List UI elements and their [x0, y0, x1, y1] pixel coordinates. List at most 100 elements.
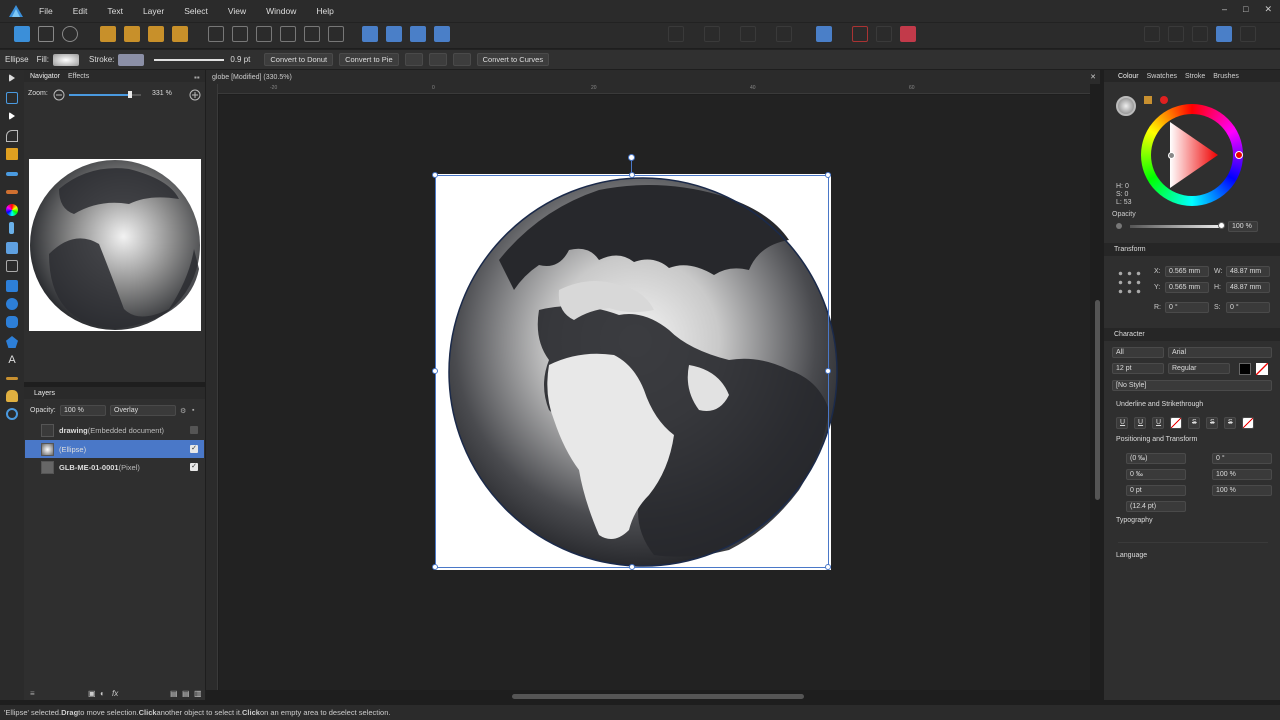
character-header[interactable]: Character — [1104, 328, 1280, 341]
underline-section-header[interactable]: Underline and Strikethrough — [1116, 401, 1203, 408]
transform-y-field[interactable]: 0.565 mm — [1165, 282, 1209, 293]
vertical-scale-field[interactable]: 100 % — [1212, 485, 1272, 496]
persona-designer-icon[interactable] — [14, 26, 30, 42]
resize-handle-right[interactable] — [825, 368, 831, 374]
canvas[interactable] — [219, 95, 1090, 690]
tab-brushes[interactable]: Brushes — [1213, 73, 1239, 80]
navigator-preview[interactable] — [29, 159, 201, 331]
align-middle-icon[interactable] — [304, 26, 320, 42]
navigator-menu-icon[interactable]: ▪▪ — [194, 73, 200, 82]
colour-picker-icon[interactable] — [1144, 96, 1152, 104]
layer-visibility-checkbox[interactable]: ✓ — [190, 445, 198, 453]
layer-row-ellipse[interactable]: (Ellipse) ✓ — [25, 440, 204, 458]
transform-origin-icon[interactable] — [404, 53, 423, 66]
zoom-in-icon[interactable] — [189, 89, 201, 101]
transform-w-field[interactable]: 48.87 mm — [1226, 266, 1270, 277]
menu-layer[interactable]: Layer — [143, 6, 164, 16]
font-size-field[interactable]: 12 pt — [1112, 363, 1164, 374]
positioning-section-header[interactable]: Positioning and Transform — [1116, 436, 1197, 443]
transform-x-field[interactable]: 0.565 mm — [1165, 266, 1209, 277]
transform-shear-field[interactable]: 0 ° — [1226, 302, 1270, 313]
fill-stroke-swatch-icon[interactable] — [1116, 96, 1136, 116]
rounded-rectangle-tool-icon[interactable] — [6, 316, 18, 328]
align-center-icon[interactable] — [232, 26, 248, 42]
language-section-header[interactable]: Language — [1116, 552, 1147, 559]
resize-handle-top-right[interactable] — [825, 172, 831, 178]
persona-pixel-icon[interactable] — [38, 26, 54, 42]
colour-red-dot-icon[interactable] — [1160, 96, 1168, 104]
maximize-button[interactable]: □ — [1243, 4, 1248, 15]
move-tool-icon[interactable] — [9, 74, 15, 82]
node-tool-icon[interactable] — [9, 112, 15, 120]
menu-select[interactable]: Select — [184, 6, 208, 16]
delete-layer-icon[interactable]: ▥ — [194, 689, 202, 698]
brush-tool-icon[interactable] — [6, 190, 18, 194]
underline-double-button[interactable]: U — [1134, 417, 1146, 429]
stroke-swatch[interactable] — [118, 53, 145, 66]
zoom-value[interactable]: 331 % — [152, 90, 180, 97]
layer-settings-icon[interactable]: ⚙ — [180, 407, 186, 415]
stroke-width-slider[interactable] — [154, 58, 225, 61]
rotate-left-icon[interactable] — [410, 26, 426, 42]
typography-section-header[interactable]: Typography — [1116, 517, 1153, 524]
layer-row-drawing[interactable]: drawing (Embedded document) — [25, 421, 204, 439]
text-style-select[interactable]: [No Style] — [1112, 380, 1272, 391]
grid-icon[interactable] — [852, 26, 868, 42]
convert-to-donut-button[interactable]: Convert to Donut — [264, 53, 334, 66]
pen-tool-icon[interactable] — [6, 148, 18, 160]
layer-opacity-field[interactable]: 100 % — [60, 405, 106, 416]
boolean-intersect-icon[interactable] — [148, 26, 164, 42]
menu-file[interactable]: File — [39, 6, 53, 16]
flip-vertical-icon[interactable] — [386, 26, 402, 42]
tracking-field[interactable]: (0 ‰) — [1126, 453, 1186, 464]
tab-stroke[interactable]: Stroke — [1185, 73, 1205, 80]
rectangle-tool-icon[interactable] — [6, 280, 18, 292]
add-layer-icon[interactable]: ▤ — [170, 689, 178, 698]
colour-opacity-slider[interactable] — [1130, 225, 1222, 228]
resize-handle-bottom-left[interactable] — [432, 564, 438, 570]
minimize-button[interactable]: – — [1222, 4, 1227, 15]
duplicate-layer-icon[interactable]: ▤ — [182, 689, 190, 698]
polygon-tool-icon[interactable] — [6, 336, 18, 348]
place-image-tool-icon[interactable] — [6, 242, 18, 254]
snapping-options-icon[interactable] — [876, 26, 892, 42]
context-toolbar-4-icon[interactable] — [1216, 26, 1232, 42]
mask-icon[interactable]: ▣ — [88, 689, 96, 698]
ellipse-tool-icon[interactable] — [6, 298, 18, 310]
resize-handle-top[interactable] — [629, 172, 635, 178]
context-toolbar-3-icon[interactable] — [1192, 26, 1208, 42]
snap-option-4-icon[interactable] — [776, 26, 792, 42]
fill-tool-icon[interactable] — [6, 204, 18, 216]
align-top-icon[interactable] — [280, 26, 296, 42]
character-scope-select[interactable]: All — [1112, 347, 1164, 358]
menu-help[interactable]: Help — [316, 6, 333, 16]
tab-layers[interactable]: Layers — [34, 390, 55, 397]
opacity-reset-icon[interactable] — [1116, 223, 1122, 229]
resize-handle-left[interactable] — [432, 368, 438, 374]
kerning-field[interactable]: 0 ‰ — [1126, 469, 1186, 480]
strike-thick-button[interactable]: S — [1224, 417, 1236, 429]
tab-swatches[interactable]: Swatches — [1147, 73, 1177, 80]
menu-window[interactable]: Window — [266, 6, 296, 16]
adjustments-icon[interactable]: ◐ — [100, 689, 105, 698]
italic-angle-field[interactable]: 0 ° — [1212, 453, 1272, 464]
leading-field[interactable]: (12.4 pt) — [1126, 501, 1186, 512]
colour-wheel[interactable] — [1141, 104, 1243, 206]
text-fill-swatch[interactable] — [1239, 363, 1251, 375]
tab-effects[interactable]: Effects — [68, 73, 89, 80]
menu-text[interactable]: Text — [107, 6, 123, 16]
resize-handle-bottom[interactable] — [629, 564, 635, 570]
snapping-magnet-icon[interactable] — [900, 26, 916, 42]
tab-navigator[interactable]: Navigator — [30, 73, 60, 80]
font-family-select[interactable]: Arial — [1168, 347, 1272, 358]
layer-visibility-checkbox[interactable] — [190, 426, 198, 434]
text-stroke-swatch[interactable] — [1256, 363, 1268, 375]
tab-colour[interactable]: Colour — [1118, 73, 1139, 80]
zoom-tool-icon[interactable] — [6, 408, 18, 420]
text-tool-icon[interactable]: A — [6, 354, 18, 366]
zoom-out-icon[interactable] — [53, 89, 65, 101]
strike-double-button[interactable]: S — [1206, 417, 1218, 429]
snap-option-3-icon[interactable] — [740, 26, 756, 42]
align-right-icon[interactable] — [256, 26, 272, 42]
menu-view[interactable]: View — [228, 6, 246, 16]
